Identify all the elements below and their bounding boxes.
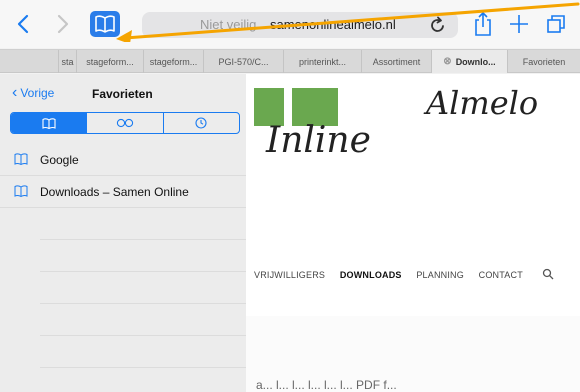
bookmark-item-downloads[interactable]: Downloads – Samen Online <box>0 176 246 208</box>
menu-item[interactable]: CONTACT <box>479 270 523 280</box>
page-text: a... l... l... l... l... l... PDF f... <box>256 378 397 392</box>
tab-label: Downlo... <box>455 56 496 67</box>
bookmark-label: Google <box>40 153 79 167</box>
sidebar-segmented-control <box>10 112 240 134</box>
tab-item-active[interactable]: ⊗ Downlo... <box>431 50 507 73</box>
chevron-left-icon: ‹ <box>12 84 18 101</box>
reload-icon <box>431 16 444 32</box>
menu-item[interactable]: VRIJWILLIGERS <box>254 270 325 280</box>
tab-label: printerinkt... <box>298 56 347 67</box>
tab-item[interactable]: PGI-570/C... <box>203 50 283 73</box>
tab-overview-button[interactable] <box>545 13 567 35</box>
tab-item[interactable]: Favorieten <box>507 50 580 73</box>
back-link[interactable]: ‹ Vorige <box>12 84 55 101</box>
share-icon <box>475 12 491 36</box>
site-logo-text: Inline <box>266 120 371 161</box>
list-separator <box>40 304 246 336</box>
bookmark-label: Downloads – Samen Online <box>40 185 189 199</box>
tab-strip: sta stageform... stageform... PGI-570/C.… <box>0 49 580 73</box>
tabs-icon <box>547 15 565 33</box>
browser-toolbar: Niet veilig samenonlinealmelo.nl <box>0 0 580 48</box>
tab-item[interactable]: stageform... <box>76 50 143 73</box>
new-tab-button[interactable] <box>508 12 530 36</box>
reload-button[interactable] <box>430 16 446 34</box>
search-icon[interactable] <box>542 268 554 280</box>
tab-label: PGI-570/C... <box>218 56 269 67</box>
tab-label: sta <box>61 56 74 67</box>
bookmarks-button[interactable] <box>90 11 120 37</box>
web-content: Almelo Inline VRIJWILLIGERS DOWNLOADS PL… <box>246 74 580 392</box>
list-separator <box>40 208 246 240</box>
sidebar-header: ‹ Vorige Favorieten <box>0 74 246 114</box>
book-icon <box>14 185 28 197</box>
tab-label: Assortiment <box>372 56 421 67</box>
tab-item[interactable]: printerinkt... <box>283 50 361 73</box>
clock-icon <box>195 117 207 129</box>
bookmarks-sidebar: ‹ Vorige Favorieten Google Downloads – S… <box>0 74 246 392</box>
share-button[interactable] <box>472 10 494 38</box>
book-icon <box>95 15 115 33</box>
security-label: Niet veilig <box>200 17 257 32</box>
address-bar[interactable]: Niet veilig samenonlinealmelo.nl <box>142 12 458 38</box>
plus-icon <box>510 15 528 33</box>
address-domain: samenonlinealmelo.nl <box>270 17 396 32</box>
segment-history[interactable] <box>162 113 239 133</box>
list-separator <box>40 336 246 368</box>
back-button[interactable] <box>12 13 34 35</box>
list-separator <box>40 240 246 272</box>
menu-item[interactable]: PLANNING <box>416 270 464 280</box>
list-separator <box>40 272 246 304</box>
tab-label: stageform... <box>149 56 198 67</box>
glasses-icon <box>116 118 134 128</box>
back-link-label: Vorige <box>20 86 55 100</box>
sidebar-title: Favorieten <box>92 87 153 101</box>
chevron-right-icon <box>57 14 69 34</box>
tab-label: stageform... <box>86 56 134 67</box>
site-menu: VRIJWILLIGERS DOWNLOADS PLANNING CONTACT <box>254 270 535 280</box>
chevron-left-icon <box>17 14 29 34</box>
book-icon <box>14 153 28 165</box>
close-tab-icon[interactable]: ⊗ <box>443 56 451 67</box>
tab-label: Favorieten <box>522 56 566 67</box>
segment-bookmarks[interactable] <box>11 113 87 133</box>
book-icon <box>42 117 56 129</box>
site-logo-text: Almelo <box>426 84 539 122</box>
forward-button[interactable] <box>52 13 74 35</box>
segment-reading-list[interactable] <box>86 113 162 133</box>
bookmark-list: Google Downloads – Samen Online <box>0 144 246 368</box>
tab-item[interactable]: stageform... <box>143 50 203 73</box>
tab-item[interactable]: Assortiment <box>361 50 431 73</box>
menu-item-active[interactable]: DOWNLOADS <box>340 270 402 280</box>
tab-item[interactable]: sta <box>58 50 76 73</box>
bookmark-item-google[interactable]: Google <box>0 144 246 176</box>
